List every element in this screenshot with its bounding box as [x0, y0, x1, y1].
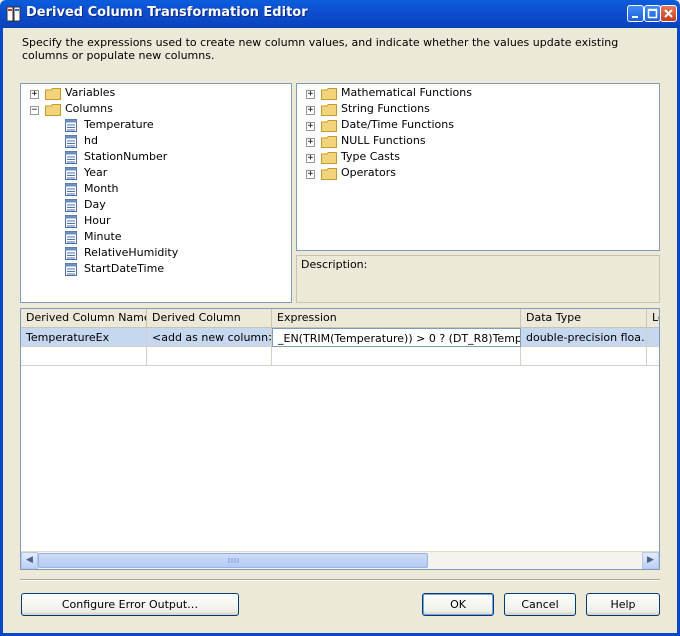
column-icon	[65, 247, 77, 260]
empty-cell[interactable]	[272, 347, 521, 366]
minimize-button[interactable]	[627, 5, 644, 22]
column-icon	[65, 215, 77, 228]
columns-tree-panel[interactable]: + Variables − Columns Temperature hd Stati…	[20, 83, 292, 303]
folder-icon	[321, 136, 337, 148]
horizontal-scrollbar[interactable]: ◀ ▶	[21, 551, 659, 569]
functions-tree-panel[interactable]: + Mathematical Functions + String Functions…	[296, 83, 660, 251]
expand-icon[interactable]: +	[306, 138, 315, 147]
tree-label: RelativeHumidity	[84, 246, 179, 259]
column-icon	[65, 199, 77, 212]
tree-label: String Functions	[341, 102, 430, 115]
folder-icon	[321, 152, 337, 164]
minimize-icon	[632, 16, 638, 18]
header-data-type[interactable]: Data Type	[521, 309, 647, 327]
tree-label: Temperature	[84, 118, 154, 131]
column-icon	[65, 263, 77, 276]
cancel-button[interactable]: Cancel	[504, 593, 576, 616]
cell-data-type[interactable]: double-precision floa…	[521, 328, 647, 347]
tree-label: StationNumber	[84, 150, 168, 163]
empty-cell[interactable]	[521, 347, 647, 366]
close-icon	[664, 9, 673, 18]
configure-error-output-button[interactable]: Configure Error Output…	[21, 593, 239, 616]
header-expression[interactable]: Expression	[272, 309, 521, 327]
column-icon	[65, 151, 77, 164]
empty-cell[interactable]	[647, 347, 659, 366]
tree-label: hd	[84, 134, 98, 147]
folder-icon	[321, 104, 337, 116]
tree-label: Mathematical Functions	[341, 86, 472, 99]
grid-header: Derived Column Name Derived Column Expre…	[21, 309, 659, 328]
folder-icon	[321, 88, 337, 100]
cell-derived-column-name[interactable]: TemperatureEx	[21, 328, 147, 347]
grip-icon	[228, 558, 239, 563]
tree-label: Hour	[84, 214, 111, 227]
maximize-icon	[647, 8, 658, 19]
ok-button[interactable]: OK	[422, 593, 494, 616]
tree-label: Minute	[84, 230, 122, 243]
scroll-thumb[interactable]	[38, 553, 428, 568]
folder-open-icon	[45, 104, 61, 116]
header-derived-column-name[interactable]: Derived Column Name	[21, 309, 147, 327]
expand-icon[interactable]: +	[30, 90, 39, 99]
separator	[20, 579, 660, 581]
arrow-left-icon: ◀	[26, 555, 33, 565]
cell-expression-input[interactable]: _EN(TRIM(Temperature)) > 0 ? (DT_R8)Temp…	[272, 328, 521, 347]
empty-cell[interactable]	[21, 347, 147, 366]
app-icon	[6, 6, 21, 22]
column-icon	[65, 183, 77, 196]
help-button[interactable]: Help	[586, 593, 660, 616]
maximize-button[interactable]	[644, 5, 661, 22]
header-derived-column[interactable]: Derived Column	[147, 309, 272, 327]
tree-label: Year	[84, 166, 108, 179]
tree-label: Date/Time Functions	[341, 118, 454, 131]
scroll-left-button[interactable]: ◀	[21, 552, 38, 569]
tree-label: StartDateTime	[84, 262, 165, 275]
folder-icon	[321, 168, 337, 180]
header-length[interactable]: Le	[647, 309, 659, 327]
instructions-text: Specify the expressions used to create n…	[22, 36, 619, 62]
tree-label: Type Casts	[341, 150, 400, 163]
tree-label: Day	[84, 198, 106, 211]
tree-label: Month	[84, 182, 119, 195]
tree-label: NULL Functions	[341, 134, 426, 147]
column-icon	[65, 167, 77, 180]
empty-cell[interactable]	[147, 347, 272, 366]
cell-derived-column[interactable]: <add as new column>	[147, 328, 272, 347]
close-button[interactable]	[660, 5, 677, 22]
expand-icon[interactable]: +	[306, 122, 315, 131]
folder-icon	[321, 120, 337, 132]
folder-icon	[45, 88, 61, 100]
window-title: Derived Column Transformation Editor	[26, 5, 308, 20]
tree-label: Columns	[65, 102, 113, 115]
description-label: Description:	[301, 258, 368, 271]
scroll-right-button[interactable]: ▶	[642, 552, 659, 569]
column-icon	[65, 231, 77, 244]
expand-icon[interactable]: +	[306, 170, 315, 179]
expand-icon[interactable]: +	[306, 90, 315, 99]
column-icon	[65, 119, 77, 132]
title-bar: Derived Column Transformation Editor	[0, 0, 680, 28]
table-row[interactable]: TemperatureEx <add as new column> _EN(TR…	[21, 328, 659, 347]
description-panel: Description:	[296, 255, 660, 303]
derived-columns-grid[interactable]: Derived Column Name Derived Column Expre…	[20, 308, 660, 570]
collapse-icon[interactable]: −	[30, 106, 39, 115]
cell-length[interactable]	[647, 328, 659, 347]
arrow-right-icon: ▶	[647, 555, 654, 565]
column-icon	[65, 135, 77, 148]
expand-icon[interactable]: +	[306, 106, 315, 115]
tree-label: Operators	[341, 166, 396, 179]
tree-label: Variables	[65, 86, 116, 99]
table-row-empty[interactable]	[21, 347, 659, 366]
expand-icon[interactable]: +	[306, 154, 315, 163]
